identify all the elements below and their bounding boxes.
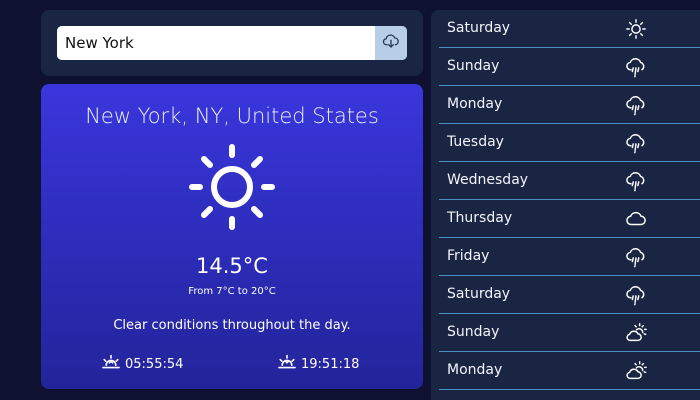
forecast-day: Wednesday: [447, 172, 529, 188]
sunrise-icon: [101, 354, 121, 374]
search-box: [57, 26, 407, 60]
partly-cloudy-icon: [625, 322, 647, 344]
sun-icon: [625, 18, 647, 40]
forecast-day: Monday: [447, 96, 503, 112]
sunset: 19:51:18: [277, 354, 359, 374]
forecast-row: Sunday: [439, 314, 700, 352]
partly-cloudy-icon: [625, 360, 647, 382]
temperature: 14.5°C: [196, 254, 268, 278]
current-weather-card: New York, NY, United States 14.5°C From …: [41, 84, 423, 389]
forecast-day: Friday: [447, 248, 490, 264]
forecast-row: Monday: [439, 86, 700, 124]
location-title: New York, NY, United States: [85, 104, 379, 128]
sunset-icon: [277, 354, 297, 374]
forecast-row: Monday: [439, 352, 700, 390]
forecast-day: Saturday: [447, 20, 511, 36]
forecast-day: Saturday: [447, 286, 511, 302]
rain-cloud-icon: [625, 170, 647, 192]
forecast-row: Friday: [439, 238, 700, 276]
sunrise-time: 05:55:54: [125, 356, 184, 372]
forecast-row: Thursday: [439, 200, 700, 238]
sunset-time: 19:51:18: [301, 356, 360, 372]
forecast-row: Wednesday: [439, 162, 700, 200]
sunrise: 05:55:54: [101, 354, 183, 374]
sun-icon: [187, 142, 277, 236]
rain-cloud-icon: [625, 246, 647, 268]
forecast-list: Saturday Sunday Monday Tuesday Wednesday…: [431, 10, 700, 400]
forecast-day: Tuesday: [447, 134, 504, 150]
cloud-icon: [625, 208, 647, 230]
forecast-day: Monday: [447, 362, 503, 378]
weather-summary: Clear conditions throughout the day.: [113, 318, 351, 333]
search-input[interactable]: [57, 26, 375, 60]
forecast-row: Saturday: [439, 276, 700, 314]
forecast-day: Thursday: [447, 210, 513, 226]
rain-cloud-icon: [625, 132, 647, 154]
rain-cloud-icon: [625, 94, 647, 116]
forecast-day: Sunday: [447, 324, 500, 340]
cloud-download-icon: [382, 32, 400, 54]
temperature-range: From 7°C to 20°C: [188, 286, 276, 297]
rain-cloud-icon: [625, 284, 647, 306]
forecast-row: Sunday: [439, 48, 700, 86]
rain-cloud-icon: [625, 56, 647, 78]
forecast-row: Tuesday: [439, 124, 700, 162]
search-panel: [41, 10, 423, 76]
search-button[interactable]: [375, 26, 407, 60]
forecast-row: Saturday: [439, 10, 700, 48]
forecast-day: Sunday: [447, 58, 500, 74]
